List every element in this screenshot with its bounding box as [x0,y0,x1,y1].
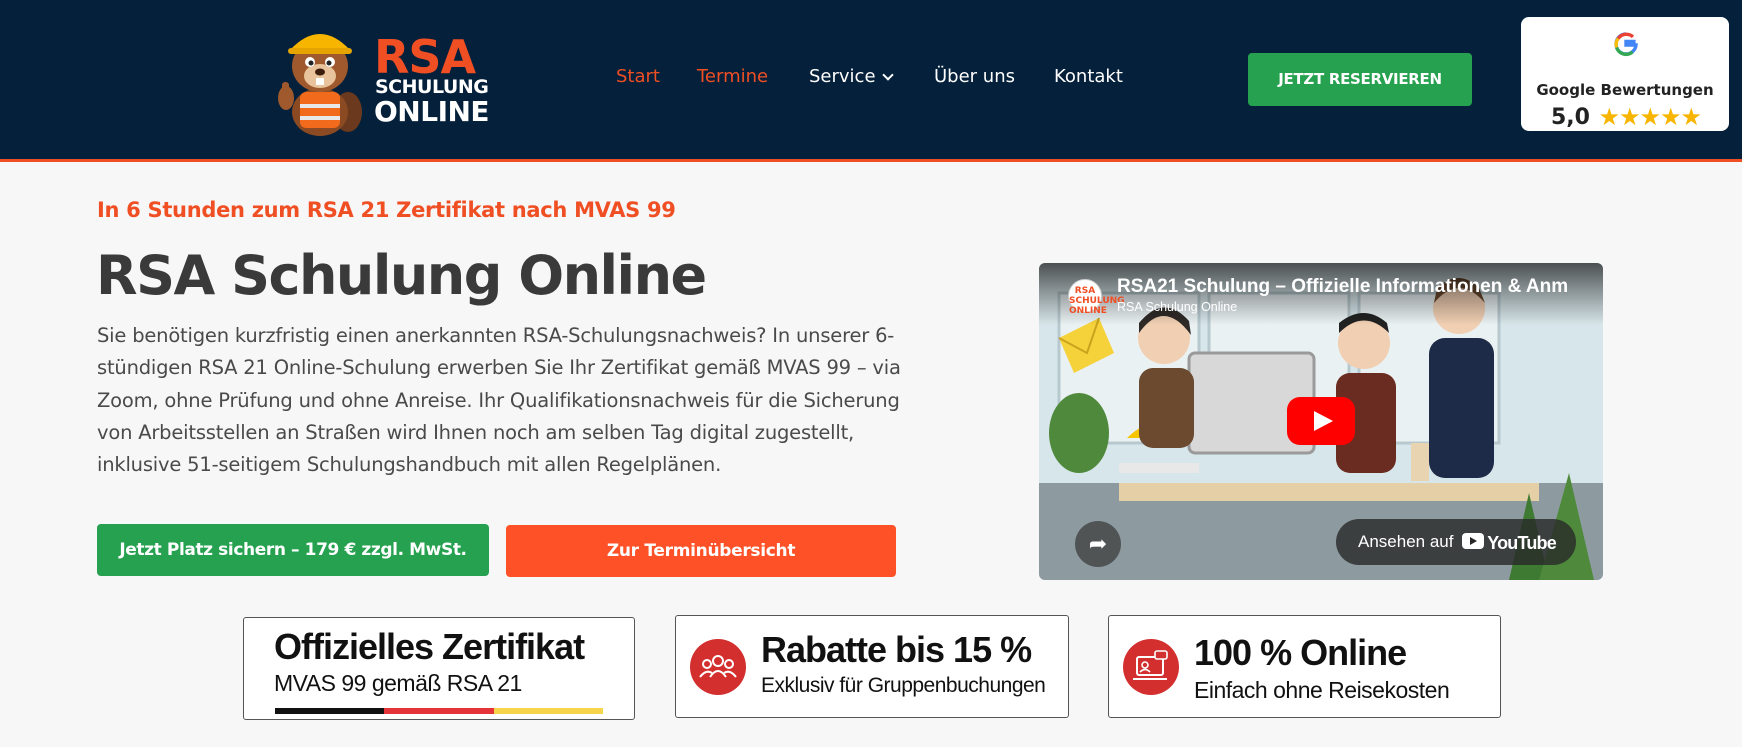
nav-item-kontakt[interactable]: Kontakt [1054,66,1123,87]
book-seat-button[interactable]: Jetzt Platz sichern – 179 € zzgl. MwSt. [97,524,489,576]
google-icon [1614,32,1638,57]
reserve-button[interactable]: JETZT RESERVIEREN [1248,53,1472,106]
beaver-mascot-icon [278,34,362,136]
watch-on-youtube-button[interactable]: Ansehen auf YouTube [1336,519,1576,565]
google-rating-row: 5,0 ★★★★★ [1551,103,1702,132]
rating-stars-icon: ★★★★★ [1598,104,1702,131]
google-reviews-badge[interactable]: Google Bewertungen 5,0 ★★★★★ [1521,17,1729,131]
logo-online-text: ONLINE [374,95,490,128]
online-computer-icon [1123,639,1179,695]
feature-title: Offizielles Zertifikat [274,626,585,667]
nav-item-service-label: Service [809,66,876,87]
youtube-icon [1462,532,1485,549]
video-title[interactable]: RSA21 Schulung – Offizielle Informatione… [1117,276,1577,298]
nav-item-start[interactable]: Start [616,66,660,87]
feature-subtitle: Exklusiv für Gruppenbuchungen [761,674,1046,697]
page-title: RSA Schulung Online [96,244,707,307]
feature-subtitle: MVAS 99 gemäß RSA 21 [274,670,522,696]
google-reviews-title: Google Bewertungen [1536,81,1714,99]
german-flag-stripe [275,708,603,714]
youtube-video-embed[interactable]: RSA SCHULUNG ONLINE RSA21 Schulung – Off… [1039,263,1603,580]
nav-item-service[interactable]: Service [809,66,894,87]
hero-eyebrow: In 6 Stunden zum RSA 21 Zertifikat nach … [97,198,676,222]
chevron-down-icon [881,69,894,81]
feature-title: Rabatte bis 15 % [761,629,1032,670]
youtube-wordmark: YouTube [1487,532,1557,553]
share-icon[interactable]: ➦ [1075,521,1121,567]
hero-description: Sie benötigen kurzfristig einen anerkann… [97,324,901,477]
play-icon[interactable] [1287,397,1355,445]
nav-item-ueber-uns[interactable]: Über uns [934,66,1015,87]
feature-subtitle: Einfach ohne Reisekosten [1194,677,1450,703]
site-logo[interactable]: RSA SCHULUNG ONLINE [270,20,490,136]
channel-avatar[interactable]: RSA SCHULUNG ONLINE [1068,279,1125,316]
google-rating-value: 5,0 [1551,105,1590,130]
feature-card-certificate: Offizielles Zertifikat MVAS 99 gemäß RSA… [243,617,635,720]
feature-card-discount: Rabatte bis 15 % Exklusiv für Gruppenbuc… [675,615,1069,718]
logo-rsa-text: RSA [374,30,476,84]
feature-title: 100 % Online [1194,632,1407,673]
group-icon [690,639,746,695]
site-header: RSA SCHULUNG ONLINE Start Termine Servic… [0,0,1742,162]
video-channel-name[interactable]: RSA Schulung Online [1117,300,1237,314]
feature-card-online: 100 % Online Einfach ohne Reisekosten [1108,615,1501,718]
nav-item-termine[interactable]: Termine [697,66,768,87]
schedule-overview-button[interactable]: Zur Terminübersicht [506,525,896,577]
watch-on-label: Ansehen auf [1358,532,1454,551]
